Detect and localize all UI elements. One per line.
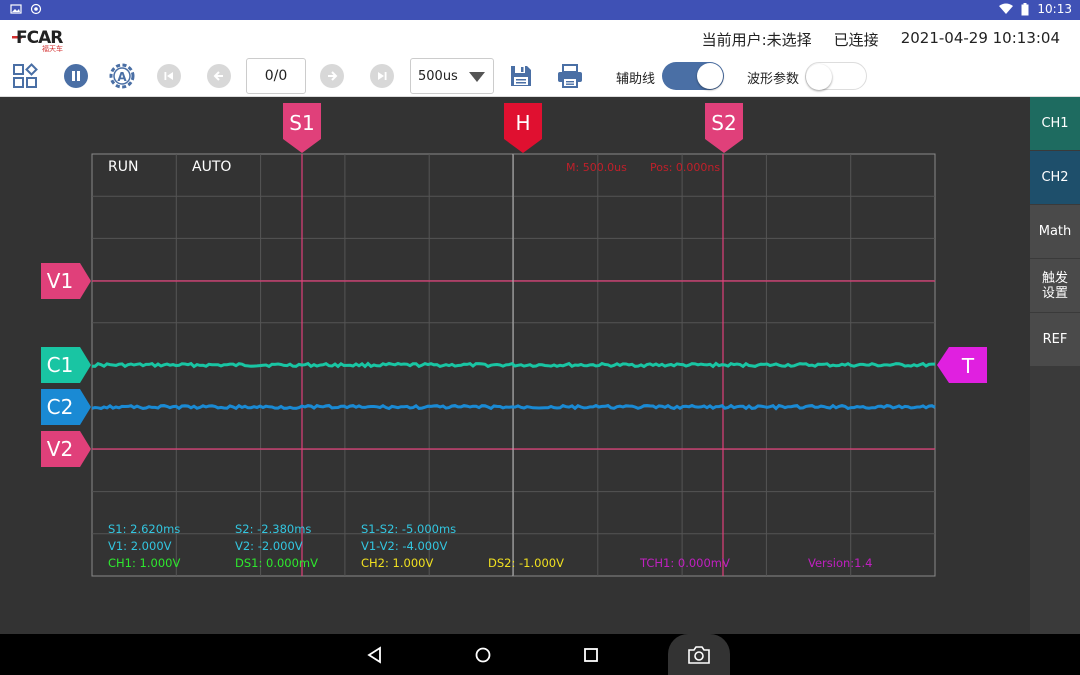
s1-readout: S1: 2.620ms [108,522,180,536]
run-state: RUN [108,159,138,175]
status-bar: 10:13 [0,0,1080,20]
toggle-knob [806,64,832,90]
ref-tab[interactable]: REF [1030,313,1080,366]
layout-grid-icon [13,63,38,88]
datetime: 2021-04-29 10:13:04 [900,29,1060,47]
ch2-readout: CH2: 1.000V [361,556,433,570]
connection-status: 已连接 [833,31,879,49]
chevron-down-icon [469,72,485,82]
trigger-settings-tab[interactable]: 触发 设置 [1030,259,1080,312]
navigation-bar [0,634,1080,675]
v2-readout: V2: -2.000V [235,539,303,553]
ch1-tab[interactable]: CH1 [1030,97,1080,150]
wave-params-toggle[interactable] [805,62,867,90]
math-tab[interactable]: Math [1030,205,1080,258]
s2-readout: S2: -2.380ms [235,522,311,536]
v1-marker-label: V1 [47,269,73,293]
wifi-icon [999,3,1014,14]
skip-first-icon [157,64,181,88]
frame-counter: 0/0 [246,58,306,94]
settings-notification-icon [30,3,42,15]
trigger-marker[interactable]: T [937,347,987,383]
h-marker[interactable]: H [504,103,542,153]
skip-last-button[interactable] [367,61,397,91]
ds2-readout: DS2: -1.000V [488,556,564,570]
helper-lines-toggle[interactable] [662,62,724,90]
pause-button[interactable] [61,61,91,91]
arrow-left-icon [207,64,231,88]
fcar-logo: FCAR 福天车 [12,26,82,53]
tch1-readout: TCH1: 0.000mV [639,556,730,570]
c1-marker-label: C1 [47,353,74,377]
wave-params-label: 波形参数 [747,72,800,87]
s1-s2-readout: S1-S2: -5.000ms [361,522,456,536]
save-button[interactable] [506,61,536,91]
home-icon[interactable] [472,644,494,666]
trigger-marker-label: T [961,354,975,378]
s1-marker-label: S1 [289,111,314,135]
ch1-tab-label: CH1 [1041,116,1069,131]
status-time: 10:13 [1037,2,1072,16]
ch2-tab[interactable]: CH2 [1030,151,1080,204]
screenshot-button[interactable] [668,634,730,675]
ds1-readout: DS1: 0.000mV [235,556,318,570]
print-button[interactable] [555,61,585,91]
logo-subtext: 福天车 [42,44,63,52]
math-tab-label: Math [1038,224,1072,239]
s1-marker[interactable]: S1 [283,103,321,153]
svg-text:A: A [117,70,127,84]
skip-last-icon [370,64,394,88]
ch1-waveform [91,361,935,369]
h-marker-label: H [515,111,530,135]
printer-icon [558,64,582,88]
current-user: 当前用户:未选择 [701,31,812,49]
previous-button[interactable] [204,61,234,91]
recents-icon[interactable] [580,644,602,666]
next-button[interactable] [317,61,347,91]
ch1-readout: CH1: 1.000V [108,556,180,570]
v2-marker[interactable]: V2 [41,431,91,467]
version-readout: Version:1.4 [808,556,872,570]
ref-tab-label: REF [1042,332,1068,347]
s2-marker-label: S2 [711,111,736,135]
auto-button[interactable]: A [107,61,137,91]
trigger-settings-label-2: 设置 [1041,285,1068,301]
helper-lines-label: 辅助线 [616,72,656,87]
scope-area: S1 H S2 V1 C1 C2 V2 T RUN AUTO M: 500.0u… [0,97,1030,634]
toolbar: A 0/0 500us 辅助线 波形参数 [0,56,1080,97]
trigger-settings-label-1: 触发 [1041,270,1068,286]
v1-marker[interactable]: V1 [41,263,91,299]
timebase-select[interactable]: 500us [410,58,494,94]
pause-icon [64,64,88,88]
ch2-tab-label: CH2 [1041,170,1069,185]
v1-v2-readout: V1-V2: -4.000V [361,539,447,553]
skip-first-button[interactable] [154,61,184,91]
s2-marker[interactable]: S2 [705,103,743,153]
battery-icon [1021,2,1029,15]
camera-icon [688,645,710,664]
ch2-waveform [91,403,936,411]
trigger-mode: AUTO [192,159,231,175]
auto-gear-icon: A [109,63,135,89]
arrow-right-icon [320,64,344,88]
v2-marker-label: V2 [47,437,73,461]
v1-readout: V1: 2.000V [108,539,172,553]
layout-button[interactable] [10,61,40,91]
channel-panel: CH1 CH2 Math 触发 设置 REF [1030,97,1080,634]
timebase-value: 500us [418,69,458,84]
toggle-knob [697,63,723,89]
app-header: FCAR 福天车 当前用户:未选择 已连接 2021-04-29 10:13:0… [0,20,1080,56]
back-icon[interactable] [364,644,386,666]
timebase-readout: M: 500.0us [566,161,627,174]
c1-marker[interactable]: C1 [41,347,91,383]
gallery-icon [10,4,22,14]
save-icon [511,66,531,86]
position-readout: Pos: 0.000ns [650,161,720,174]
c2-marker[interactable]: C2 [41,389,91,425]
c2-marker-label: C2 [47,395,74,419]
